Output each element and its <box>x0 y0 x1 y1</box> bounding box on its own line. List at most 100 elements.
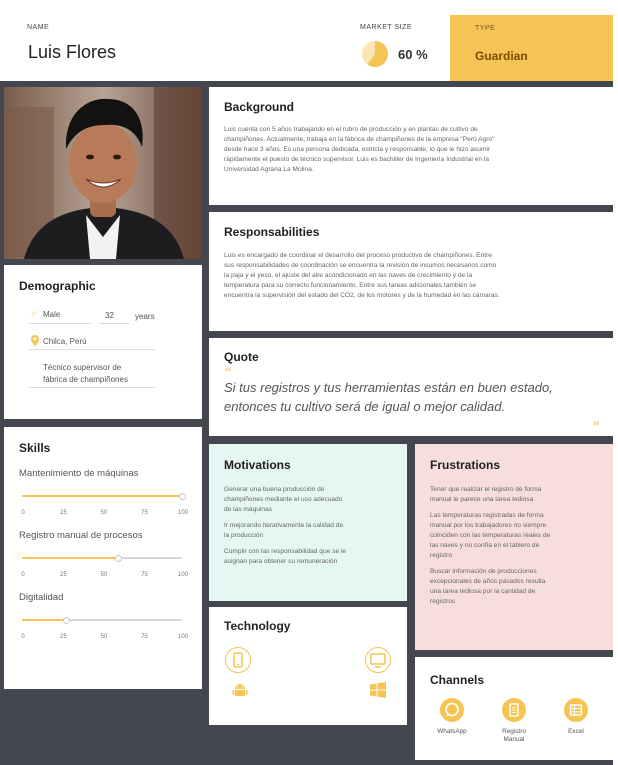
job-underline <box>29 387 155 388</box>
motivation-line: de las máquinas <box>224 506 273 513</box>
frustration-line: coinciden con las temperaturas reales de <box>430 532 551 539</box>
skill-tick-label: 25 <box>60 634 67 640</box>
frustration-line: manual le parece una tarea tediosa <box>430 496 534 503</box>
location-pin-icon <box>31 335 39 346</box>
skill-slider-handle <box>178 492 186 500</box>
frustrations-title: Frustrations <box>430 458 501 472</box>
quote-line-2: entonces tu cultivo será de igual o mejo… <box>224 399 506 414</box>
frustration-line: Las temperaturas registradas de forma <box>430 512 544 519</box>
frustration-line: una tarea tediosa por la cantidad de <box>430 588 536 595</box>
skill-tick-label: 75 <box>141 634 148 640</box>
quote-card: Quote “ Si tus registros y tus herramien… <box>209 338 613 437</box>
skill-slider-handle <box>114 554 122 562</box>
market-size-value: 60 % <box>398 47 428 62</box>
job-line-1: Técnico supervisor de <box>43 363 122 372</box>
motivation-line: asignan para obtener su remuneración <box>224 558 338 565</box>
frustration-line: registro <box>430 552 452 559</box>
background-line: Universidad Agraria La Molina. <box>224 166 314 173</box>
background-title: Background <box>224 100 295 114</box>
whatsapp-icon <box>440 698 464 722</box>
responsabilities-text: Luis es encargado de coordinar el desarr… <box>224 251 609 301</box>
quote-line-1: Si tus registros y tus herramientas está… <box>224 380 553 395</box>
age-unit: years <box>135 312 155 321</box>
frustration-line: las naves y no confía en el tablero de <box>430 542 540 549</box>
skill-tick-label: 25 <box>60 572 67 578</box>
name-label: NAME <box>27 24 50 31</box>
skill-label: Digitalidad <box>19 592 64 603</box>
background-line: desde hace 3 años. Es una persona dedica… <box>224 146 491 153</box>
age-field: 32 <box>105 311 114 320</box>
channel-label-line: Registro <box>502 728 526 735</box>
skill-tick-label: 100 <box>177 634 188 640</box>
male-gender-icon: ♂ <box>30 309 38 320</box>
type-label: TYPE <box>475 25 496 32</box>
persona-photo-illustration <box>4 87 202 259</box>
demographic-title: Demographic <box>19 279 96 293</box>
background-text: Luis cuenta con 5 años trabajando en el … <box>224 125 609 175</box>
channel-label-line: Excel <box>568 728 584 735</box>
responsabilities-card: Responsabilities Luis es encargado de co… <box>209 212 613 331</box>
motivations-text: Generar una buena producción de champiño… <box>224 485 404 567</box>
channel-whatsapp-label: WhatsApp <box>427 728 477 736</box>
skill-tick-label: 50 <box>100 634 108 640</box>
skill-label: Registro manual de procesos <box>19 530 143 541</box>
demographic-card: Demographic ♂ Male 32 years Chilca, Perú… <box>4 265 202 419</box>
channel-label-line: Manual <box>503 736 525 743</box>
quote-title: Quote <box>224 350 259 364</box>
frustrations-text: Tener que realizar el registro de forma … <box>430 485 610 607</box>
skill-slider-fill <box>22 619 67 621</box>
android-icon <box>232 684 248 696</box>
channel-excel-label: Excel <box>551 728 601 736</box>
monitor-icon <box>365 647 391 673</box>
background-line: Luis cuenta con 5 años trabajando en el … <box>224 126 478 133</box>
gender-underline <box>29 323 91 324</box>
motivation-line: la producción <box>224 532 264 539</box>
windows-icon <box>370 682 386 698</box>
persona-name: Luis Flores <box>28 42 117 62</box>
frustration-line: Tener que realizar el registro de forma <box>430 486 542 493</box>
skill-tick-label: 50 <box>100 510 108 516</box>
channel-registro-label: Registro Manual <box>489 728 539 744</box>
skill-tick-label: 0 <box>21 572 25 578</box>
market-size-label: MARKET SIZE <box>360 24 413 31</box>
motivations-title: Motivations <box>224 458 291 472</box>
frustration-line: Buscar información de producciones <box>430 568 537 575</box>
channels-card: Channels WhatsApp Registro Manual Excel <box>415 657 613 760</box>
skill-tick-label: 100 <box>177 510 188 516</box>
skill-tick-label: 0 <box>21 634 25 640</box>
motivation-line: Ir mejorando iterativamente la calidad d… <box>224 522 344 529</box>
persona-photo <box>4 87 202 259</box>
type-value: Guardian <box>475 49 528 63</box>
skill-slider-fill <box>22 557 118 559</box>
notebook-icon <box>502 698 526 722</box>
frustrations-card: Frustrations Tener que realizar el regis… <box>415 444 613 650</box>
background-line: rápidamente el puesto de técnico supervi… <box>224 156 490 163</box>
background-line: champiñones. Actualmente, trabaja en la … <box>224 136 495 143</box>
skill-tick-label: 0 <box>21 510 25 516</box>
skill-label: Mantenimiento de máquinas <box>19 468 139 479</box>
skill-tick-label: 75 <box>141 572 148 578</box>
skill-tick-label: 100 <box>177 572 188 578</box>
technology-title: Technology <box>224 619 291 633</box>
skills-card: Skills Mantenimiento de máquinas 0 25 50 75 1… <box>4 427 202 689</box>
skill-tick-label: 25 <box>60 510 67 516</box>
motivation-line: Cumplir con las responsabilidad que se l… <box>224 548 347 555</box>
market-size-pie <box>362 41 388 67</box>
skill-slider-handle <box>63 616 71 624</box>
motivation-line: champiñones mediante el uso adecuado <box>224 496 343 503</box>
responsabilities-line: encuentra la supervisión del estado del … <box>224 292 500 299</box>
page-right-white <box>613 81 618 765</box>
motivation-line: Generar una buena producción de <box>224 486 325 493</box>
motivations-card: Motivations Generar una buena producción… <box>209 444 407 601</box>
frustration-line: manual por los trabajadores no siempre <box>430 522 547 529</box>
quote-close-mark: ” <box>592 418 601 437</box>
responsabilities-line: Luis es encargado de coordinar el desarr… <box>224 252 492 259</box>
skill-tick-label: 75 <box>141 510 148 516</box>
smartphone-icon <box>225 647 251 673</box>
location-underline <box>29 349 155 350</box>
technology-card: Technology <box>209 607 407 725</box>
frustration-line: excepcionales de años pasados resulta <box>430 578 546 585</box>
gender-field: Male <box>43 310 61 319</box>
age-underline <box>99 323 129 324</box>
frustration-line: registros <box>430 598 456 605</box>
